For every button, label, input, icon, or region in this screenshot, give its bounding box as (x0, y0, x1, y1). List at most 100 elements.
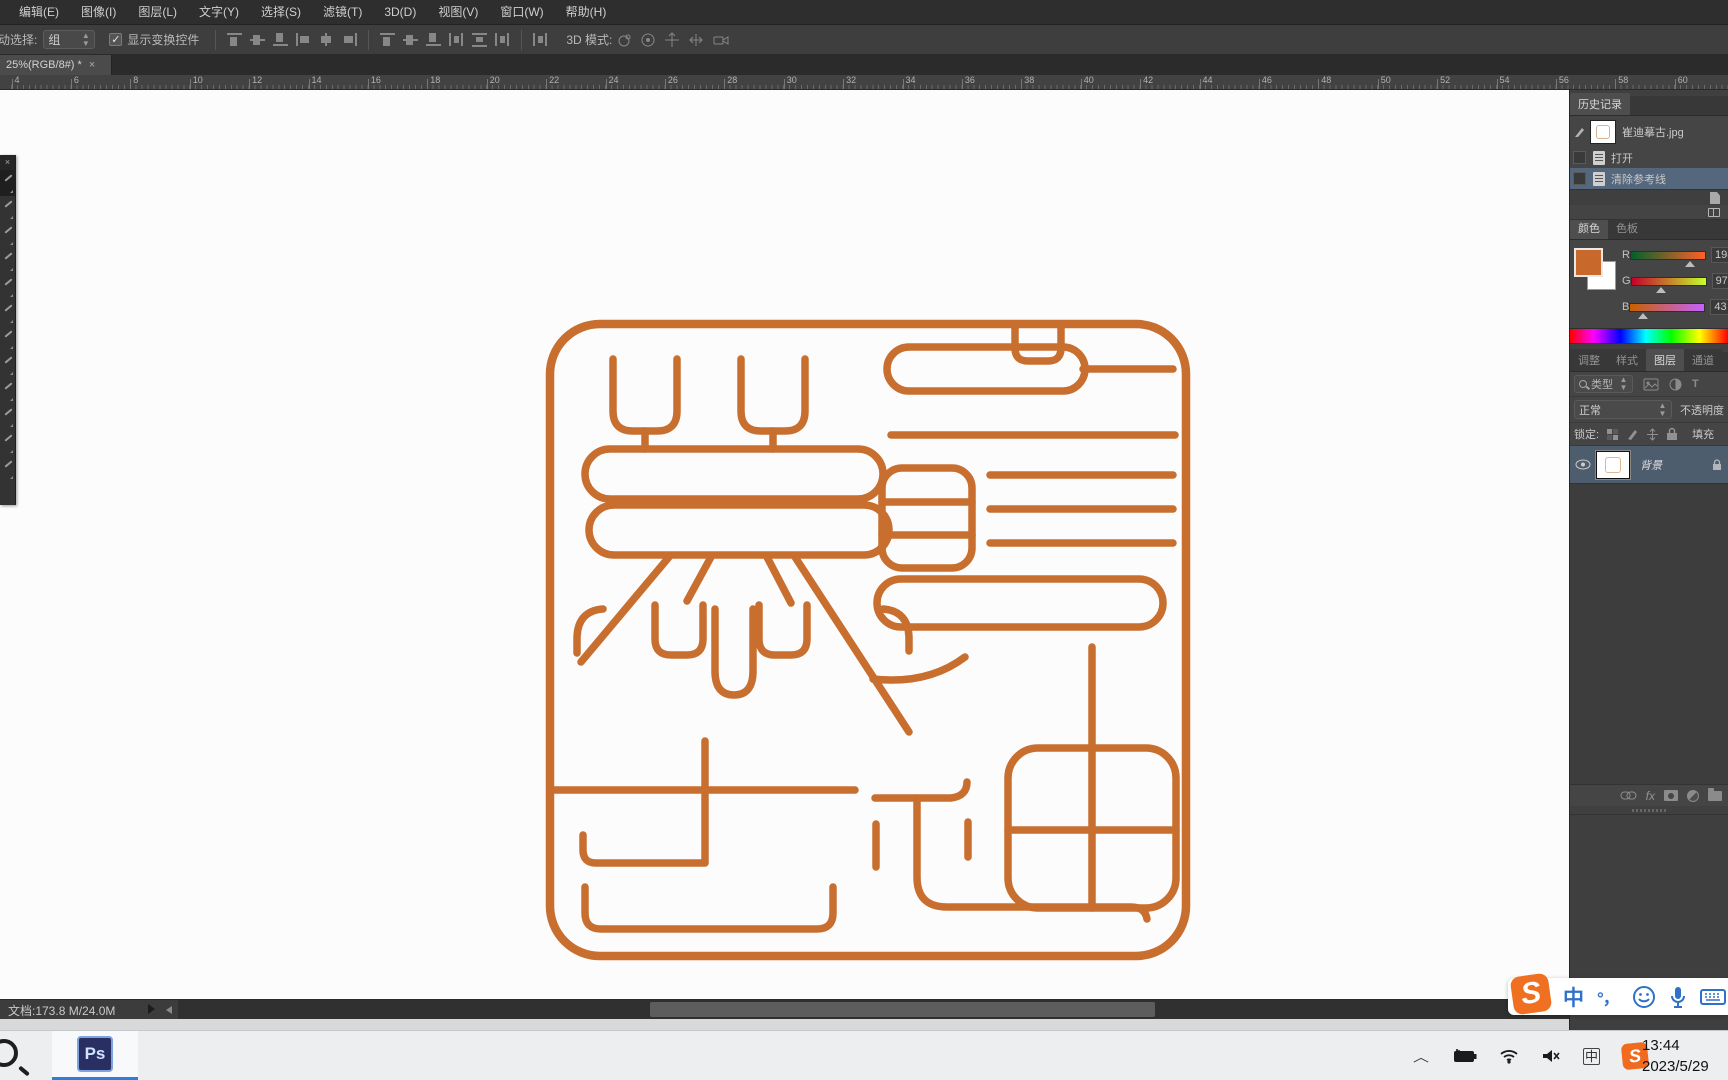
tab-layers[interactable]: 图层 (1646, 349, 1684, 371)
tool-slot[interactable] (0, 404, 15, 430)
layer-style-fx-icon[interactable]: fx (1646, 789, 1655, 803)
tool-slot[interactable] (0, 352, 15, 378)
layer-visibility-eye-icon[interactable] (1575, 459, 1591, 470)
distribute-bottom-icon[interactable] (425, 32, 442, 47)
tool-slot[interactable] (0, 274, 15, 300)
horizontal-scrollbar[interactable] (178, 1000, 1569, 1019)
tool-slot[interactable] (0, 300, 15, 326)
collapse-panels-icon[interactable] (1708, 208, 1720, 217)
add-mask-icon[interactable] (1664, 790, 1678, 801)
lock-transparency-icon[interactable] (1606, 428, 1619, 441)
tool-slot[interactable] (0, 248, 15, 274)
align-top-icon[interactable] (226, 32, 243, 47)
tab-channels[interactable]: 通道 (1684, 349, 1722, 371)
ime-indicator[interactable]: 中 (1582, 1047, 1600, 1065)
document-tab[interactable]: 25%(RGB/8#) * × (0, 55, 112, 75)
speaker-muted-icon[interactable] (1541, 1048, 1561, 1064)
distribute-horizontal-icon[interactable] (448, 32, 465, 47)
history-state-clear-guides[interactable]: 清除参考线 (1570, 168, 1728, 189)
taskbar-photoshop-button[interactable]: Ps (52, 1031, 138, 1080)
tool-slot[interactable] (0, 196, 15, 222)
color-spectrum-ramp[interactable] (1570, 328, 1728, 344)
align-bottom-icon[interactable] (272, 32, 289, 47)
3d-roll-icon[interactable] (640, 32, 656, 48)
tab-swatches[interactable]: 色板 (1608, 217, 1646, 239)
keyboard-icon[interactable] (1699, 987, 1726, 1007)
blue-slider[interactable] (1629, 302, 1706, 319)
layer-filter-dropdown[interactable]: 类型 ▲ ▼ (1574, 375, 1633, 393)
toolbox-close-icon[interactable]: × (0, 155, 15, 170)
tool-slot[interactable] (0, 170, 15, 196)
distribute-vertical-icon[interactable] (471, 32, 488, 47)
show-transform-checkbox[interactable]: ✓ (109, 33, 123, 46)
tool-slot[interactable] (0, 378, 15, 404)
taskbar-search-icon[interactable] (0, 1039, 18, 1067)
lock-pixels-icon[interactable] (1626, 428, 1639, 441)
history-snapshot-row[interactable]: 崔迪摹古.jpg (1570, 116, 1728, 147)
chinese-mode-icon[interactable]: 中 (1563, 982, 1584, 1012)
align-center-icon[interactable] (318, 32, 335, 47)
tab-color[interactable]: 颜色 (1570, 217, 1608, 239)
tool-slot[interactable] (0, 326, 15, 352)
canvas[interactable]: × (0, 90, 1569, 999)
history-source-checkbox[interactable] (1573, 172, 1586, 185)
tab-close-icon[interactable]: × (89, 59, 95, 71)
align-middle-icon[interactable] (249, 32, 266, 47)
new-adjustment-layer-icon[interactable] (1687, 789, 1699, 802)
new-document-from-state-icon[interactable] (1710, 192, 1720, 204)
wifi-icon[interactable] (1499, 1048, 1519, 1064)
battery-icon[interactable] (1451, 1049, 1477, 1063)
history-state-open[interactable]: 打开 (1570, 147, 1728, 168)
blend-mode-dropdown[interactable]: 正常 ▲ ▼ (1574, 400, 1672, 419)
link-layers-icon[interactable] (1620, 791, 1637, 800)
auto-align-icon[interactable] (532, 32, 549, 47)
menu-3d[interactable]: 3D(D) (373, 0, 427, 25)
scrollbar-left-arrow-icon[interactable] (166, 1006, 172, 1014)
foreground-color-swatch[interactable] (1574, 248, 1603, 277)
tool-slot[interactable] (0, 456, 15, 482)
menu-edit[interactable]: 编辑(E) (8, 0, 70, 25)
distribute-top-icon[interactable] (379, 32, 396, 47)
tab-history[interactable]: 历史记录 (1570, 93, 1630, 115)
tool-slot[interactable] (0, 222, 15, 248)
tab-styles[interactable]: 样式 (1608, 349, 1646, 371)
emoji-icon[interactable] (1632, 985, 1656, 1009)
menu-filter[interactable]: 滤镜(T) (312, 0, 373, 25)
3d-pan-icon[interactable] (664, 31, 680, 48)
punctuation-mode-icon[interactable]: °， (1597, 984, 1620, 1009)
green-slider[interactable] (1630, 276, 1707, 293)
menu-layer[interactable]: 图层(L) (127, 0, 188, 25)
panel-resize-grip[interactable] (1570, 806, 1728, 814)
status-popup-arrow-icon[interactable] (148, 1004, 155, 1014)
lock-all-icon[interactable] (1666, 427, 1678, 441)
lock-position-icon[interactable] (1646, 427, 1659, 441)
menu-view[interactable]: 视图(V) (427, 0, 489, 25)
green-value-field[interactable]: 97 (1711, 273, 1728, 289)
type-filter-icon[interactable]: T (1692, 378, 1699, 390)
align-left-icon[interactable] (295, 32, 312, 47)
3d-slide-icon[interactable] (688, 32, 704, 48)
menu-type[interactable]: 文字(Y) (188, 0, 250, 25)
taskbar-clock[interactable]: 13:44 2023/5/29 (1642, 1035, 1728, 1077)
history-source-checkbox[interactable] (1573, 151, 1586, 164)
auto-select-dropdown[interactable]: 组 ▲ ▼ (43, 30, 96, 49)
blue-value-field[interactable]: 43 (1710, 299, 1728, 315)
new-group-icon[interactable] (1708, 787, 1722, 801)
layer-row-background[interactable]: 背景 (1570, 446, 1728, 484)
align-right-icon[interactable] (341, 32, 358, 47)
microphone-icon[interactable] (1669, 985, 1687, 1009)
hidden-icons-chevron-icon[interactable]: ︿ (1413, 1046, 1429, 1065)
sogou-logo-icon[interactable]: S (1509, 972, 1553, 1015)
layer-thumbnail[interactable] (1595, 449, 1631, 480)
menu-help[interactable]: 帮助(H) (555, 0, 618, 25)
history-brush-icon[interactable] (1573, 125, 1587, 139)
distribute-middle-icon[interactable] (402, 32, 419, 47)
red-value-field[interactable]: 198 (1710, 247, 1728, 263)
3d-zoom-camera-icon[interactable] (712, 32, 730, 48)
tab-adjustments[interactable]: 调整 (1570, 349, 1608, 371)
3d-orbit-icon[interactable] (616, 32, 632, 48)
scrollbar-thumb[interactable] (650, 1002, 1155, 1017)
menu-select[interactable]: 选择(S) (250, 0, 312, 25)
adjustment-filter-icon[interactable] (1669, 378, 1682, 391)
menu-window[interactable]: 窗口(W) (489, 0, 554, 25)
